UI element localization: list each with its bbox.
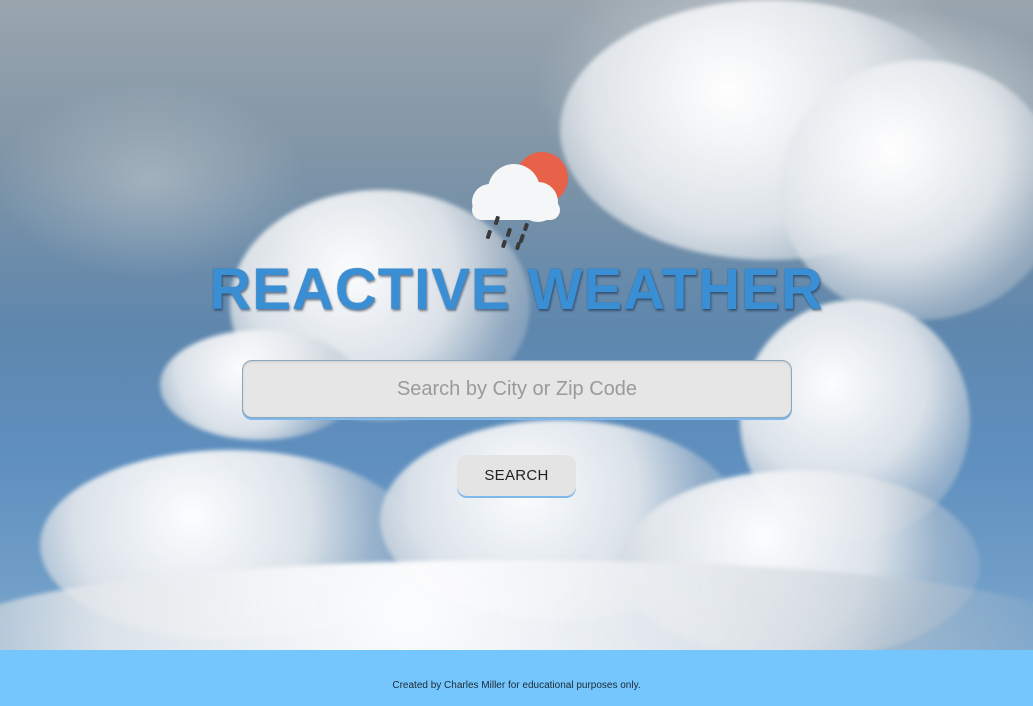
cloud-rain-sun-icon [472, 152, 568, 251]
rain-drops [485, 215, 529, 251]
search-button[interactable]: SEARCH [457, 455, 576, 496]
hero-content: REACTIVE WEATHER SEARCH [0, 0, 1033, 650]
footer-credit-text: Created by Charles Miller for educationa… [392, 680, 641, 691]
app-title: REACTIVE WEATHER [209, 257, 824, 322]
weather-app-page: REACTIVE WEATHER SEARCH Created by Charl… [0, 0, 1033, 706]
footer: Created by Charles Miller for educationa… [0, 650, 1033, 706]
search-input[interactable] [242, 360, 792, 418]
